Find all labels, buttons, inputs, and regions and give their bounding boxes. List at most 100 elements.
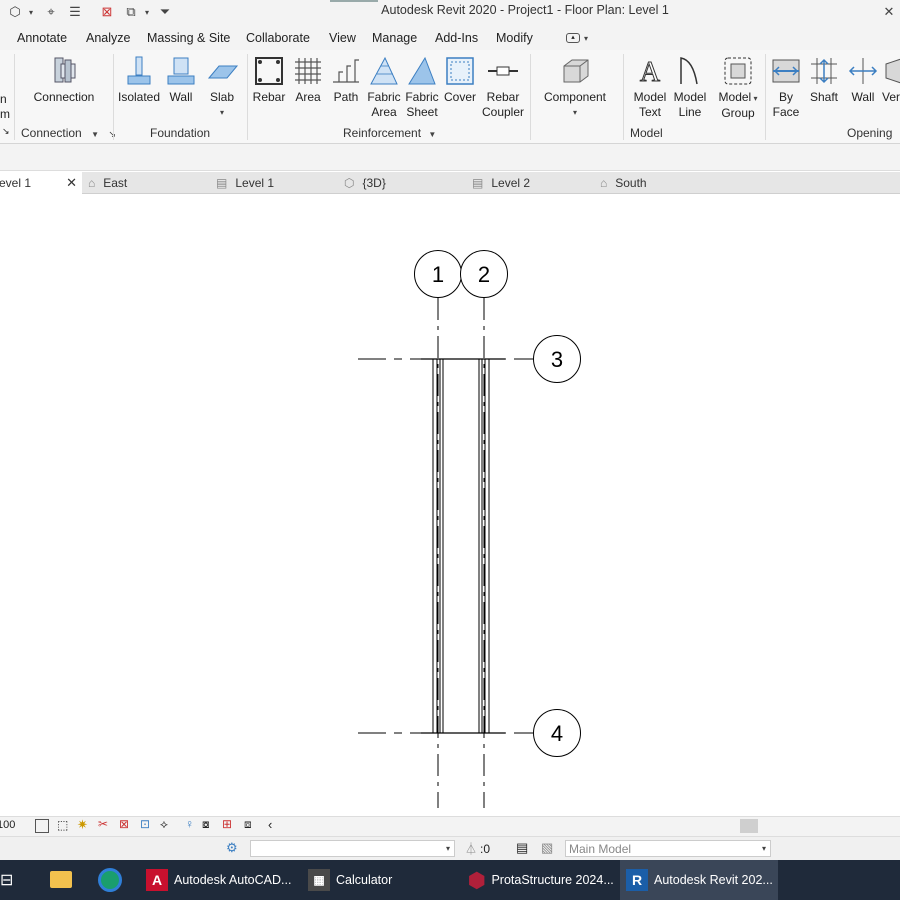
view-tab-east[interactable]: ⌂ East bbox=[88, 172, 127, 194]
model-line-button[interactable]: Model Line bbox=[670, 54, 710, 120]
view-tab-label: Level 1 bbox=[235, 176, 275, 190]
view-tab-level-1[interactable]: ▤ Level 1 bbox=[216, 172, 274, 194]
cover-button[interactable]: Cover bbox=[442, 54, 478, 105]
file-explorer-icon[interactable] bbox=[50, 871, 72, 888]
slab-label: Slab bbox=[209, 90, 235, 104]
taskbar-protastructure[interactable]: ⬢ ProtaStructure 2024... bbox=[462, 860, 614, 900]
chevron-down-icon[interactable]: ▾ bbox=[584, 34, 588, 43]
collapse-arrow-icon[interactable]: ‹ bbox=[268, 817, 272, 832]
chevron-down-icon: ▼ bbox=[91, 130, 99, 139]
tab-view[interactable]: View bbox=[329, 31, 356, 45]
close-icon[interactable]: ✕ bbox=[880, 3, 898, 21]
fabric-sheet-icon bbox=[408, 56, 436, 85]
panel-separator bbox=[530, 54, 531, 140]
model-line-label-1: Model bbox=[673, 90, 707, 104]
model-group-button[interactable]: Model ▾ Group bbox=[716, 54, 760, 121]
panel-title-model: Model bbox=[630, 126, 663, 140]
selection-count: :0 bbox=[480, 842, 491, 856]
panel-title-text: Reinforcement bbox=[343, 126, 422, 140]
isolated-foundation-button[interactable]: Isolated bbox=[118, 54, 160, 105]
component-icon bbox=[563, 59, 589, 83]
view-tab-south[interactable]: ⌂ South bbox=[600, 172, 647, 194]
sun-path-icon[interactable]: ✷ bbox=[77, 817, 88, 833]
wall-label: Wall bbox=[169, 90, 193, 104]
model-group-label-2: Group bbox=[721, 106, 755, 120]
model-text-button[interactable]: A Model Text bbox=[630, 54, 670, 120]
panel-title-reinforcement[interactable]: Reinforcement ▼ bbox=[343, 126, 436, 140]
temporary-properties-icon[interactable]: ⧇ bbox=[202, 817, 210, 832]
autocad-icon: A bbox=[146, 869, 168, 891]
wall-opening-button[interactable]: Wall bbox=[846, 54, 880, 105]
tab-collaborate[interactable]: Collaborate bbox=[246, 31, 310, 45]
calculator-icon: ▦ bbox=[308, 869, 330, 891]
fabric-sheet-button[interactable]: Fabric Sheet bbox=[404, 54, 440, 120]
drawing-area[interactable]: 1 2 3 4 bbox=[0, 194, 900, 816]
path-label: Path bbox=[333, 90, 359, 104]
view-tab-level-2[interactable]: ▤ Level 2 bbox=[472, 172, 530, 194]
tab-analyze[interactable]: Analyze bbox=[86, 31, 130, 45]
taskbar-revit[interactable]: R Autodesk Revit 202... bbox=[620, 860, 778, 900]
by-face-icon bbox=[772, 59, 800, 83]
status-bar: ⚙ ▾ ⏃ :0 ▤ ▧ Main Model ▾ bbox=[0, 836, 900, 860]
rebar-coupler-button[interactable]: Rebar Coupler bbox=[481, 54, 525, 120]
component-button[interactable]: Component ▾ bbox=[540, 54, 610, 120]
floor-plan-drawing[interactable]: 1 2 3 4 bbox=[0, 194, 900, 816]
taskbar-label: ProtaStructure 2024... bbox=[491, 873, 614, 887]
taskbar-label: Autodesk Revit 202... bbox=[654, 873, 773, 887]
wall-foundation-button[interactable]: Wall bbox=[162, 54, 200, 105]
editable-only-icon[interactable]: ▤ bbox=[516, 840, 528, 856]
scale-value[interactable]: :100 bbox=[0, 819, 15, 831]
taskbar-autocad[interactable]: A Autodesk AutoCAD... bbox=[140, 860, 292, 900]
elevation-icon: ⌂ bbox=[600, 176, 608, 190]
shadows-icon[interactable]: ✂ bbox=[98, 817, 108, 831]
vertical-opening-icon bbox=[885, 58, 900, 84]
area-reinforcement-button[interactable]: Area bbox=[290, 54, 326, 105]
rebar-coupler-label-1: Rebar bbox=[486, 90, 520, 104]
model-group-label-text: Model bbox=[718, 90, 752, 104]
tab-modify[interactable]: Modify bbox=[496, 31, 533, 45]
tab-manage[interactable]: Manage bbox=[372, 31, 417, 45]
fabric-area-button[interactable]: Fabric Area bbox=[366, 54, 402, 120]
task-view-icon[interactable]: ⊟ bbox=[0, 870, 13, 890]
path-reinforcement-icon bbox=[333, 59, 359, 83]
reveal-hidden-icon[interactable]: ♀ bbox=[185, 817, 194, 831]
panel-title-connection[interactable]: Connection ▼ ↘ bbox=[21, 126, 116, 140]
close-icon[interactable]: ✕ bbox=[66, 175, 77, 191]
constraints-icon[interactable]: ⧈ bbox=[244, 817, 252, 832]
tab-massing-site[interactable]: Massing & Site bbox=[147, 31, 230, 45]
detail-level-icon[interactable] bbox=[35, 819, 49, 833]
workset-icon[interactable]: ⚙ bbox=[226, 840, 238, 856]
rebar-button[interactable]: Rebar bbox=[251, 54, 287, 105]
selection-filter-icon[interactable]: ⏃ bbox=[465, 840, 477, 857]
analytical-model-icon[interactable]: ⊞ bbox=[222, 817, 232, 831]
partial-button-label[interactable]: n bbox=[0, 92, 7, 106]
panel-launcher-icon[interactable]: ↘ bbox=[2, 126, 10, 137]
view-tab-label: East bbox=[103, 176, 128, 190]
model-group-label-1: Model ▾ bbox=[716, 90, 760, 106]
taskbar-calculator[interactable]: ▦ Calculator bbox=[302, 860, 452, 900]
tab-add-ins[interactable]: Add-Ins bbox=[435, 31, 478, 45]
crop-view-icon[interactable]: ⊠ bbox=[119, 817, 129, 831]
rebar-label: Rebar bbox=[252, 90, 286, 104]
design-option-dropdown[interactable]: Main Model ▾ bbox=[565, 840, 771, 857]
visual-style-icon[interactable]: ⬚ bbox=[57, 818, 68, 832]
connection-button[interactable]: Connection bbox=[30, 54, 98, 105]
horizontal-scrollbar-thumb[interactable] bbox=[740, 819, 758, 833]
slab-foundation-button[interactable]: Slab ▾ bbox=[203, 54, 241, 120]
show-crop-icon[interactable]: ⊡ bbox=[140, 817, 150, 831]
shaft-opening-button[interactable]: Shaft bbox=[806, 54, 842, 105]
opening-by-face-button[interactable]: By Face bbox=[769, 54, 803, 120]
path-reinforcement-button[interactable]: Path bbox=[328, 54, 364, 105]
workset-dropdown[interactable]: ▾ bbox=[250, 840, 455, 857]
isolated-label: Isolated bbox=[118, 90, 161, 104]
view-tab-floor-plan-level-1[interactable]: evel 1 ✕ bbox=[0, 172, 82, 194]
temporary-hide-icon[interactable]: ⟡ bbox=[160, 817, 168, 832]
ribbon-minimize-icon[interactable]: ▴ bbox=[566, 33, 580, 43]
tab-annotate[interactable]: Annotate bbox=[17, 31, 67, 45]
view-tab-3d[interactable]: ⬡ {3D} bbox=[344, 172, 386, 194]
vertical-opening-button[interactable]: Ver bbox=[882, 54, 900, 105]
revit-icon: R bbox=[626, 869, 648, 891]
design-options-icon[interactable]: ▧ bbox=[541, 840, 553, 856]
edge-browser-icon[interactable] bbox=[98, 868, 122, 892]
partial-button-label[interactable]: m bbox=[0, 107, 10, 121]
